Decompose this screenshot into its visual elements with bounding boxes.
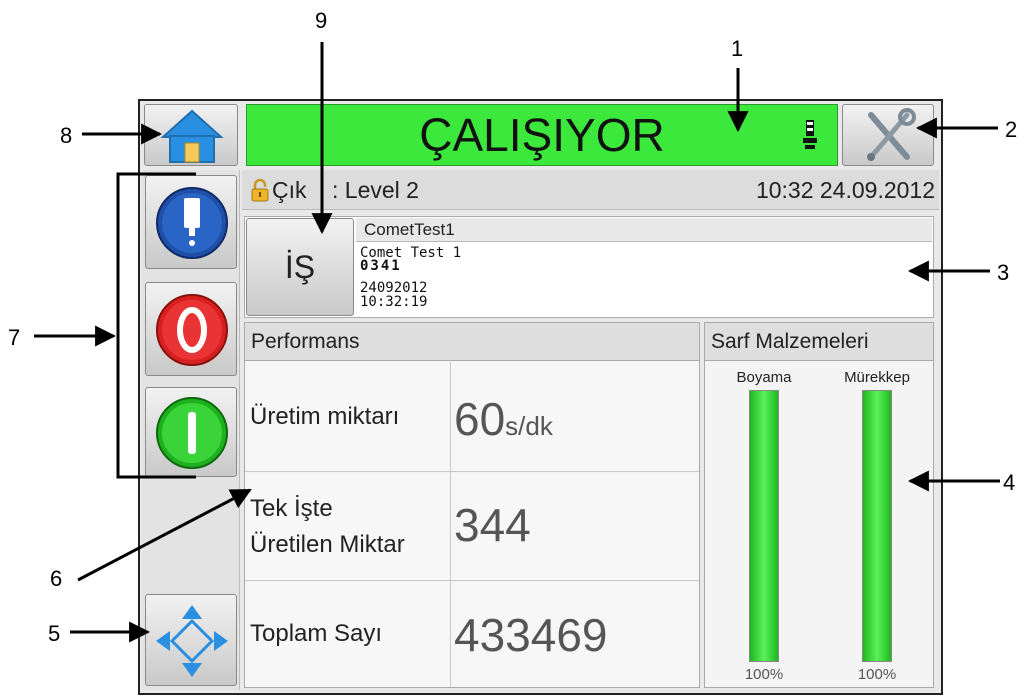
callout-1: 1 [731, 36, 744, 61]
callout-9: 9 [315, 8, 328, 33]
callout-annotations [34, 42, 1000, 643]
callout-4: 4 [1003, 470, 1016, 495]
callout-2: 2 [1005, 117, 1018, 142]
callout-7: 7 [8, 325, 21, 350]
callout-5: 5 [48, 621, 61, 646]
callout-6: 6 [50, 566, 63, 591]
callout-8: 8 [60, 123, 73, 148]
callout-3: 3 [997, 260, 1010, 285]
